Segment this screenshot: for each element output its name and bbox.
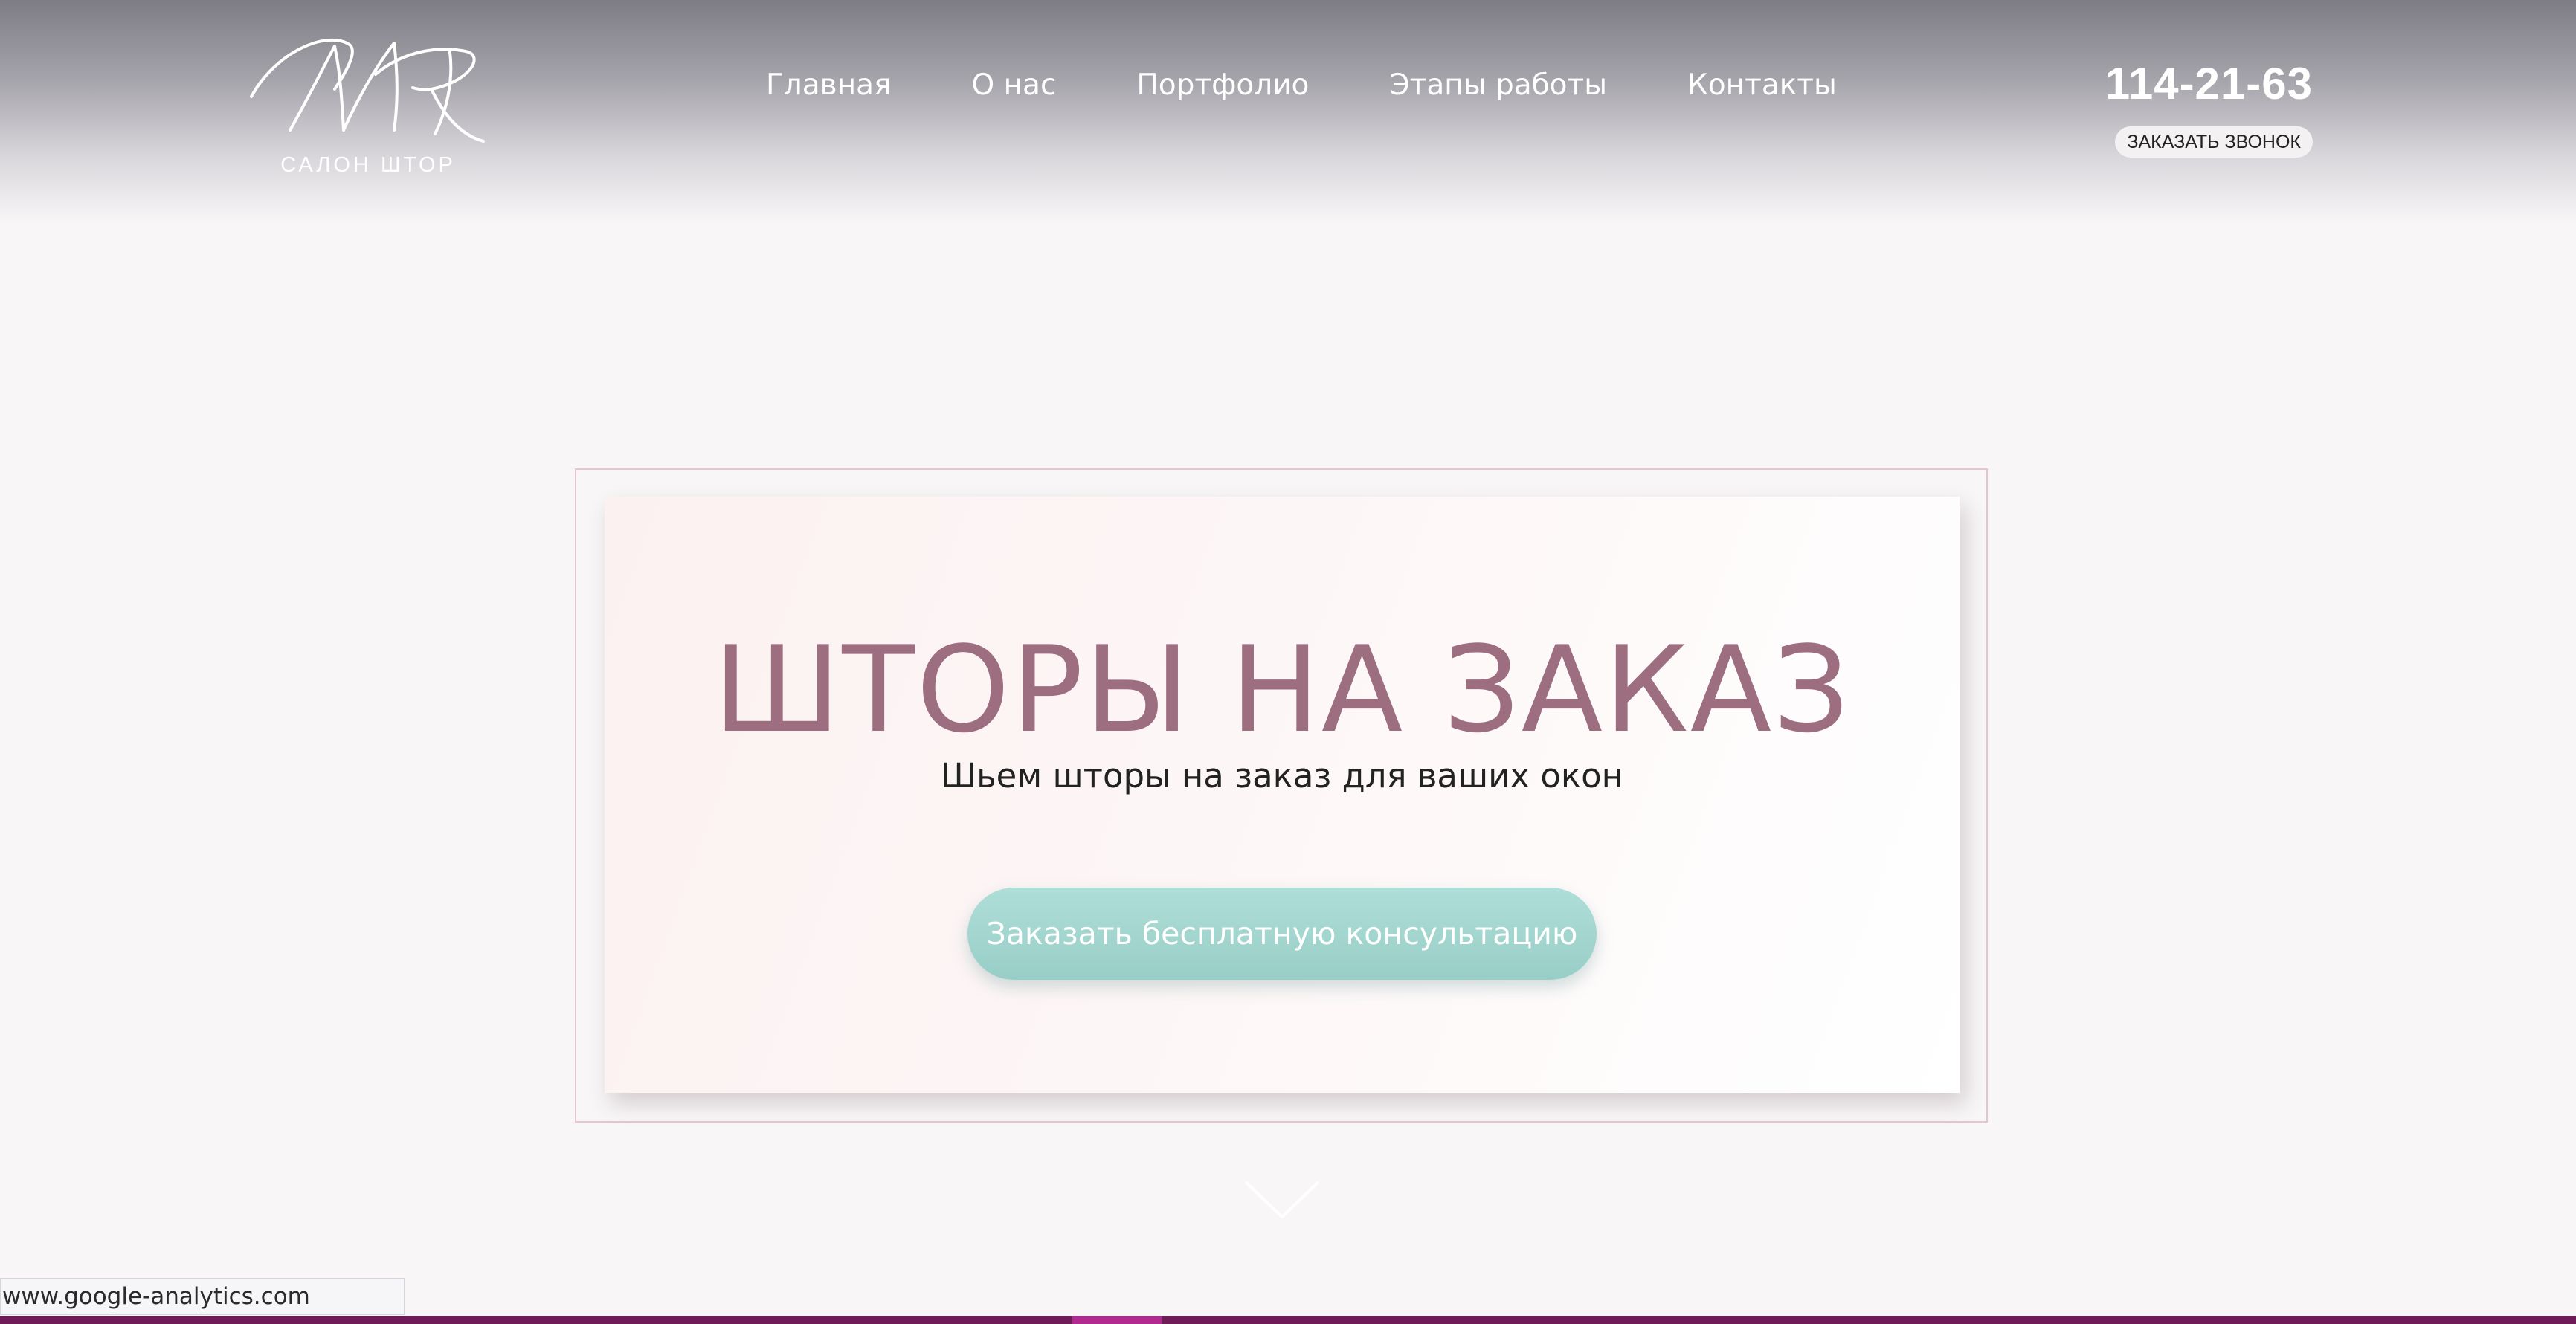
chevron-down-icon[interactable]: [1243, 1178, 1321, 1223]
logo[interactable]: САЛОН ШТОР: [245, 30, 491, 186]
nav-item-home[interactable]: Главная: [766, 68, 891, 102]
phone-number[interactable]: 114-21-63: [2105, 58, 2313, 109]
logo-caption: САЛОН ШТОР: [280, 153, 456, 177]
main-nav: Главная О нас Портфолио Этапы работы Кон…: [766, 58, 1837, 112]
nav-item-contacts[interactable]: Контакты: [1687, 68, 1837, 102]
nav-item-portfolio[interactable]: Портфолио: [1136, 68, 1309, 102]
callback-button[interactable]: ЗАКАЗАТЬ ЗВОНОК: [2115, 126, 2313, 158]
logo-monogram-icon: [250, 38, 485, 143]
bottom-accent-highlight: [1072, 1316, 1162, 1324]
free-consultation-button[interactable]: Заказать бесплатную консультацию: [967, 888, 1597, 980]
hero-card: ШТОРЫ НА ЗАКАЗ Шьем шторы на заказ для в…: [605, 497, 1960, 1093]
hero-title: ШТОРЫ НА ЗАКАЗ: [713, 620, 1851, 759]
status-bar-url: www.google-analytics.com: [0, 1278, 405, 1315]
nav-item-work-stages[interactable]: Этапы работы: [1389, 68, 1607, 102]
hero-subtitle: Шьем шторы на заказ для ваших окон: [940, 756, 1624, 795]
nav-item-about[interactable]: О нас: [971, 68, 1056, 102]
site-header: САЛОН ШТОР Главная О нас Портфолио Этапы…: [0, 0, 2576, 223]
bottom-accent-bar: [0, 1316, 2576, 1324]
